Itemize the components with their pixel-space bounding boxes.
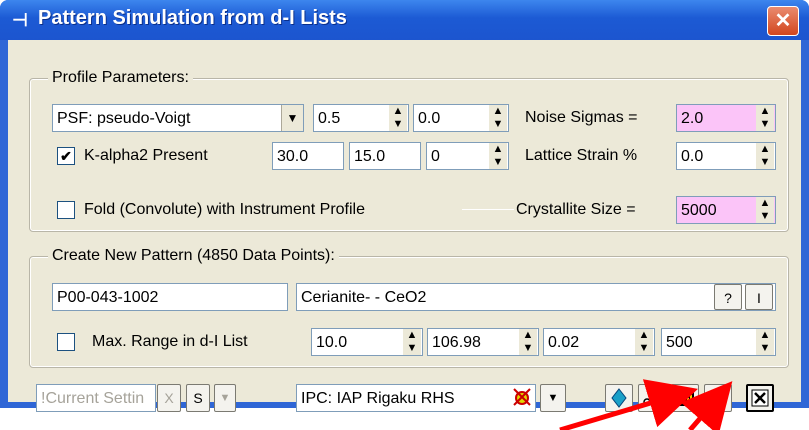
annotation-arrows: [559, 379, 733, 430]
arrow-to-chart-button: [559, 379, 698, 430]
arrow-to-expand-button: [680, 381, 733, 430]
